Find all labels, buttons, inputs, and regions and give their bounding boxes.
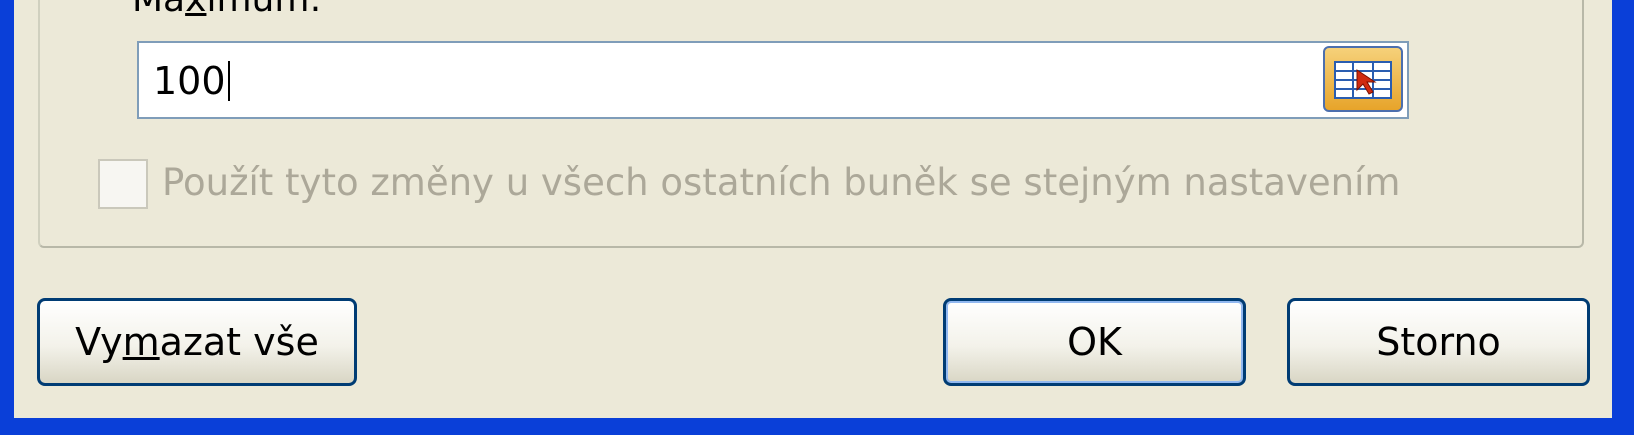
range-selector-button[interactable] <box>1323 46 1403 112</box>
ok-button[interactable]: OK <box>943 298 1246 386</box>
maximum-input[interactable]: 100 <box>137 41 1409 119</box>
cell-range-selector-icon <box>1334 61 1392 99</box>
text-caret <box>227 61 230 101</box>
clear-all-label-part: Vy <box>75 320 123 364</box>
dialog-client-area: Maximum: 100 Použít t <box>14 0 1612 418</box>
maximum-label-part: imum: <box>206 0 321 20</box>
maximum-label: Maximum: <box>132 0 322 18</box>
cancel-button[interactable]: Storno <box>1287 298 1590 386</box>
settings-groupbox: Maximum: 100 Použít t <box>38 0 1584 248</box>
maximum-value-text: 100 <box>153 59 226 103</box>
maximum-label-accelerator: x <box>185 0 206 20</box>
apply-to-all-label: Použít tyto změny u všech ostatních buně… <box>162 161 1401 204</box>
clear-all-label-part: azat vše <box>159 320 319 364</box>
maximum-label-part: Ma <box>132 0 185 20</box>
maximum-input-value: 100 <box>153 61 230 101</box>
dialog-window: Maximum: 100 Použít t <box>0 0 1634 435</box>
apply-to-all-checkbox[interactable] <box>98 159 148 209</box>
clear-all-accelerator: m <box>122 320 160 364</box>
clear-all-button[interactable]: Vymazat vše <box>37 298 357 386</box>
